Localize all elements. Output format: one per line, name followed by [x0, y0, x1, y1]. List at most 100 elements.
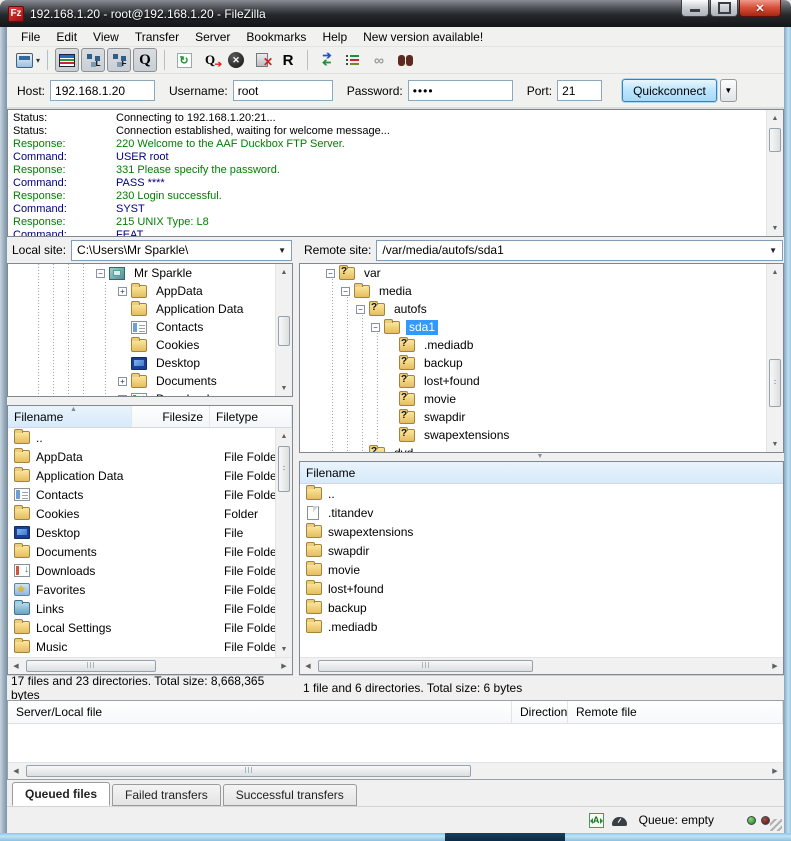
tree-item-contacts[interactable]: Contacts	[8, 318, 292, 336]
tree-item-sda1[interactable]: −sda1	[300, 318, 783, 336]
cancel-button[interactable]: ✕	[224, 48, 248, 72]
file-row-desktop[interactable]: DesktopFile	[8, 523, 292, 542]
tree-item-documents[interactable]: +Documents	[8, 372, 292, 390]
menu-item-server[interactable]: Server	[187, 27, 238, 47]
menu-item-file[interactable]: File	[13, 27, 48, 47]
scroll-thumb[interactable]	[26, 660, 156, 672]
scroll-down-icon[interactable]: ▼	[276, 641, 292, 657]
toggle-queue-button[interactable]: Q	[133, 48, 157, 72]
column-header-filesize[interactable]: Filesize	[132, 406, 210, 427]
tab-queued-files[interactable]: Queued files	[12, 782, 110, 806]
collapse-icon[interactable]: −	[326, 269, 335, 278]
menu-item-view[interactable]: View	[85, 27, 127, 47]
tree-item-downloads[interactable]: +Downloads	[8, 390, 292, 397]
toggle-local-tree-button[interactable]: L	[81, 48, 105, 72]
splitter-collapse-icon[interactable]: ▼	[537, 454, 544, 460]
file-row-downloads[interactable]: DownloadsFile Folder	[8, 561, 292, 580]
expand-icon[interactable]: +	[118, 377, 127, 386]
file-row-documents[interactable]: DocumentsFile Folder	[8, 542, 292, 561]
file-row-swapdir[interactable]: swapdir	[300, 541, 783, 560]
local-list-hscrollbar[interactable]: ◀ ▶	[8, 657, 292, 674]
menu-item-new-version-available[interactable]: New version available!	[355, 27, 491, 47]
scroll-right-icon[interactable]: ▶	[767, 763, 783, 779]
file-row-[interactable]: ..	[300, 484, 783, 503]
scroll-left-icon[interactable]: ◀	[300, 658, 316, 674]
scroll-thumb[interactable]	[278, 446, 290, 492]
collapse-icon[interactable]: −	[96, 269, 105, 278]
local-pane-splitter[interactable]	[7, 397, 293, 405]
toggle-remote-tree-button[interactable]: F	[107, 48, 131, 72]
maximize-button[interactable]	[710, 0, 738, 17]
chevron-down-icon[interactable]: ▼	[274, 246, 286, 255]
remote-pane-splitter[interactable]: ▼	[299, 453, 784, 461]
tree-item-appdata[interactable]: +AppData	[8, 282, 292, 300]
dropdown-arrow-icon[interactable]: ▾	[36, 56, 40, 65]
refresh-button[interactable]: ↻	[172, 48, 196, 72]
file-row-swapextensions[interactable]: swapextensions	[300, 522, 783, 541]
menu-item-edit[interactable]: Edit	[48, 27, 85, 47]
menu-item-help[interactable]: Help	[314, 27, 355, 47]
file-row-links[interactable]: LinksFile Folder	[8, 599, 292, 618]
scroll-thumb[interactable]	[769, 128, 781, 152]
tree-item-backup[interactable]: backup	[300, 354, 783, 372]
file-row-movie[interactable]: movie	[300, 560, 783, 579]
expand-icon[interactable]: +	[118, 287, 127, 296]
tree-item-desktop[interactable]: Desktop	[8, 354, 292, 372]
sync-browsing-button[interactable]: ∞	[367, 48, 391, 72]
filter-button[interactable]	[341, 48, 365, 72]
process-queue-button[interactable]: Q	[198, 48, 222, 72]
tree-item-autofs[interactable]: −autofs	[300, 300, 783, 318]
scroll-right-icon[interactable]: ▶	[767, 658, 783, 674]
tree-item-cookies[interactable]: Cookies	[8, 336, 292, 354]
remote-site-combobox[interactable]: /var/media/autofs/sda1 ▼	[376, 240, 783, 261]
scroll-left-icon[interactable]: ◀	[8, 658, 24, 674]
tree-item-mediadb[interactable]: .mediadb	[300, 336, 783, 354]
file-row-cookies[interactable]: CookiesFolder	[8, 504, 292, 523]
file-row-favorites[interactable]: FavoritesFile Folder	[8, 580, 292, 599]
quickconnect-dropdown-button[interactable]: ▼	[720, 79, 737, 102]
file-row-lost-found[interactable]: lost+found	[300, 579, 783, 598]
tree-item-dvd[interactable]: dvd	[300, 444, 783, 453]
file-row-backup[interactable]: backup	[300, 598, 783, 617]
site-manager-button[interactable]: ▾	[16, 48, 40, 72]
host-input[interactable]	[50, 80, 155, 101]
collapse-icon[interactable]: −	[341, 287, 350, 296]
local-list-scrollbar[interactable]: ▲ ▼	[275, 428, 292, 657]
file-row-[interactable]: ..	[8, 428, 292, 447]
scroll-up-icon[interactable]: ▲	[276, 428, 292, 444]
tree-item-var[interactable]: −var	[300, 264, 783, 282]
file-row-contacts[interactable]: ContactsFile Folder	[8, 485, 292, 504]
scroll-right-icon[interactable]: ▶	[276, 658, 292, 674]
column-header-filetype[interactable]: Filetype	[210, 406, 292, 427]
column-header-filename[interactable]: Filename	[300, 462, 783, 483]
file-row-music[interactable]: MusicFile Folder	[8, 637, 292, 656]
tab-failed-transfers[interactable]: Failed transfers	[112, 784, 221, 806]
tree-item-media[interactable]: −media	[300, 282, 783, 300]
password-input[interactable]	[408, 80, 513, 101]
queue-column-direction[interactable]: Direction	[512, 701, 568, 723]
scroll-left-icon[interactable]: ◀	[8, 763, 24, 779]
tree-item-swapextensions[interactable]: swapextensions	[300, 426, 783, 444]
chevron-down-icon[interactable]: ▼	[765, 246, 777, 255]
tree-item-application-data[interactable]: Application Data	[8, 300, 292, 318]
directory-comparison-button[interactable]	[315, 48, 339, 72]
tab-successful-transfers[interactable]: Successful transfers	[223, 784, 357, 806]
scroll-thumb[interactable]	[318, 660, 533, 672]
queue-hscrollbar[interactable]: ◀ ▶	[8, 762, 783, 779]
queue-column-remote-file[interactable]: Remote file	[568, 701, 783, 723]
queue-column-server-local-file[interactable]: Server/Local file	[8, 701, 512, 723]
disconnect-button[interactable]	[250, 48, 274, 72]
find-files-button[interactable]	[393, 48, 417, 72]
reconnect-button[interactable]: R	[276, 48, 300, 72]
file-row-mediadb[interactable]: .mediadb	[300, 617, 783, 636]
file-row-application-data[interactable]: Application DataFile Folder	[8, 466, 292, 485]
username-input[interactable]	[233, 80, 333, 101]
close-button[interactable]	[739, 0, 781, 17]
menu-item-bookmarks[interactable]: Bookmarks	[238, 27, 314, 47]
minimize-button[interactable]	[681, 0, 709, 17]
resize-grip[interactable]	[770, 819, 782, 831]
menu-item-transfer[interactable]: Transfer	[127, 27, 187, 47]
toggle-message-log-button[interactable]	[55, 48, 79, 72]
port-input[interactable]	[557, 80, 602, 101]
file-row-appdata[interactable]: AppDataFile Folder	[8, 447, 292, 466]
